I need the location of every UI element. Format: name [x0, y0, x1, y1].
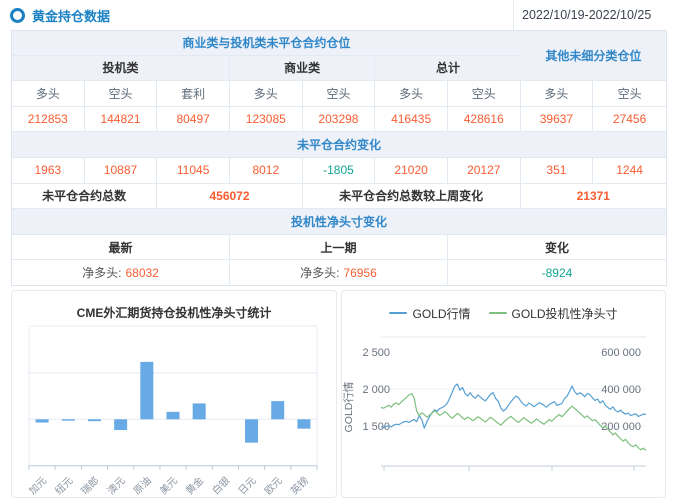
date-range: 2022/10/19-2022/10/25 — [513, 0, 677, 30]
position-value: 27456 — [593, 107, 666, 132]
position-value: 212853 — [12, 107, 85, 132]
legend-net-position[interactable]: GOLD投机性净头寸 — [489, 305, 618, 322]
svg-text:加元: 加元 — [27, 475, 50, 497]
page-title: 黄金持仓数据 — [32, 6, 110, 25]
svg-text:日元: 日元 — [237, 475, 259, 497]
gold-positions-page: 黄金持仓数据 2022/10/19-2022/10/25 商业类与投机类未平仓合… — [0, 0, 677, 502]
change-value: 20127 — [448, 158, 521, 183]
cme-net-position-bar-chart[interactable]: 加元纽元瑞郎澳元原油美元黄金白银日元欧元英镑 — [12, 321, 336, 497]
svg-text:400 000: 400 000 — [601, 384, 641, 396]
legend-gold-price[interactable]: GOLD行情 — [389, 305, 470, 322]
net-change-cell: -8924 — [448, 260, 666, 285]
col-header: 多头 — [12, 81, 85, 106]
position-value: 428616 — [448, 107, 521, 132]
table-total-row: 未平仓合约总数 456072 未平仓合约总数较上周变化 21371 — [12, 184, 666, 210]
svg-text:600 000: 600 000 — [601, 347, 641, 359]
change-value: 1244 — [593, 158, 666, 183]
svg-text:2 500: 2 500 — [362, 347, 390, 359]
col-header: 空头 — [593, 81, 666, 106]
page-header: 黄金持仓数据 2022/10/19-2022/10/25 — [0, 0, 677, 30]
net-header-previous: 上一期 — [230, 235, 448, 260]
table-column-header-row: 多头 空头 套利 多头 空头 多头 空头 多头 空头 — [12, 81, 666, 107]
position-value: 203298 — [303, 107, 376, 132]
change-value: 1963 — [12, 158, 85, 183]
bullet-ring-icon — [10, 8, 25, 23]
net-section-title: 投机性净头寸变化 — [12, 209, 666, 234]
total-change-value: 21371 — [521, 184, 666, 209]
gold-price-swatch-icon — [389, 312, 407, 315]
svg-text:欧元: 欧元 — [262, 475, 285, 497]
col-header: 空头 — [303, 81, 376, 106]
col-header: 多头 — [521, 81, 594, 106]
svg-text:澳元: 澳元 — [104, 474, 127, 497]
col-header: 套利 — [157, 81, 230, 106]
change-section-title: 未平仓合约变化 — [12, 132, 666, 157]
svg-text:美元: 美元 — [157, 474, 180, 497]
net-latest-cell: 净多头: 68032 — [12, 260, 230, 285]
gold-price-net-position-line-chart[interactable]: 2 5002 0001 500600 000400 000200 000GOLD… — [342, 323, 665, 495]
subgroup-speculative: 投机类 — [12, 56, 230, 81]
svg-text:瑞郎: 瑞郎 — [78, 474, 101, 497]
net-latest-label: 净多头: — [82, 264, 121, 281]
svg-text:纽元: 纽元 — [52, 474, 75, 497]
table-net-section-row: 投机性净头寸变化 — [12, 209, 666, 235]
table-net-values-row: 净多头: 68032 净多头: 76956 -8924 — [12, 260, 666, 285]
net-previous-cell: 净多头: 76956 — [230, 260, 448, 285]
subgroup-commercial: 商业类 — [230, 56, 375, 81]
positions-table: 商业类与投机类未平仓合约仓位 投机类 商业类 总计 其他未细分类仓位 多头 空头… — [11, 30, 667, 286]
col-header: 多头 — [375, 81, 448, 106]
table-change-section-row: 未平仓合约变化 — [12, 132, 666, 158]
position-value: 39637 — [521, 107, 594, 132]
position-value: 144821 — [85, 107, 158, 132]
net-latest-value: 68032 — [125, 266, 158, 280]
table-change-values-row: 1963 10887 11045 8012 -1805 21020 20127 … — [12, 158, 666, 184]
net-previous-value: 76956 — [343, 266, 376, 280]
subgroup-total: 总计 — [375, 56, 520, 81]
bar-chart-title: CME外汇期货持仓投机性净头寸统计 — [12, 291, 336, 321]
position-value: 416435 — [375, 107, 448, 132]
table-position-values-row: 212853 144821 80497 123085 203298 416435… — [12, 107, 666, 133]
svg-text:黄金: 黄金 — [183, 474, 206, 497]
svg-text:英镑: 英镑 — [288, 474, 311, 497]
group-header-other: 其他未细分类仓位 — [521, 31, 666, 80]
group-header-main: 商业类与投机类未平仓合约仓位 — [12, 31, 521, 55]
total-change-label: 未平仓合约总数较上周变化 — [303, 184, 521, 209]
legend-gold-price-label: GOLD行情 — [412, 305, 470, 322]
position-value: 123085 — [230, 107, 303, 132]
total-open-interest-value: 456072 — [157, 184, 302, 209]
change-value: 8012 — [230, 158, 303, 183]
net-change-value: -8924 — [542, 266, 573, 280]
col-header: 空头 — [448, 81, 521, 106]
col-header: 空头 — [85, 81, 158, 106]
table-group-header-rows: 商业类与投机类未平仓合约仓位 投机类 商业类 总计 其他未细分类仓位 — [12, 31, 666, 81]
page-header-left: 黄金持仓数据 — [0, 0, 513, 30]
legend-net-position-label: GOLD投机性净头寸 — [512, 305, 618, 322]
bar-chart-card: CME外汇期货持仓投机性净头寸统计 加元纽元瑞郎澳元原油美元黄金白银日元欧元英镑 — [11, 290, 337, 498]
net-position-swatch-icon — [489, 312, 507, 315]
position-value: 80497 — [157, 107, 230, 132]
svg-text:2 000: 2 000 — [362, 384, 390, 396]
net-previous-label: 净多头: — [300, 264, 339, 281]
change-value: 351 — [521, 158, 594, 183]
svg-text:原油: 原油 — [131, 474, 154, 497]
svg-text:GOLD行情: GOLD行情 — [342, 381, 355, 432]
net-header-change: 变化 — [448, 235, 666, 260]
chart-legend: GOLD行情 GOLD投机性净头寸 — [342, 291, 665, 323]
svg-text:白银: 白银 — [209, 474, 232, 497]
change-value: 21020 — [375, 158, 448, 183]
svg-text:200 000: 200 000 — [601, 421, 641, 433]
col-header: 多头 — [230, 81, 303, 106]
net-header-latest: 最新 — [12, 235, 230, 260]
table-net-header-row: 最新 上一期 变化 — [12, 235, 666, 261]
change-value: 11045 — [157, 158, 230, 183]
line-chart-card: GOLD行情 GOLD投机性净头寸 2 5002 0001 500600 000… — [341, 290, 666, 498]
change-value: -1805 — [303, 158, 376, 183]
change-value: 10887 — [85, 158, 158, 183]
total-open-interest-label: 未平仓合约总数 — [12, 184, 157, 209]
